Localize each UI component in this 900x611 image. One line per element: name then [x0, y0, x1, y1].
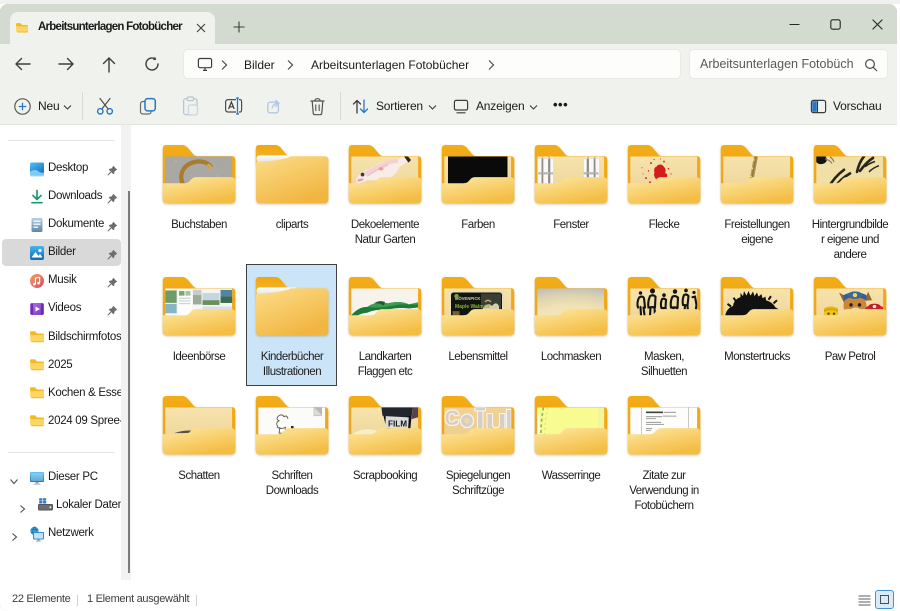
- svg-text:MÖVENPICK: MÖVENPICK: [455, 296, 481, 301]
- svg-text:FILM: FILM: [388, 418, 407, 428]
